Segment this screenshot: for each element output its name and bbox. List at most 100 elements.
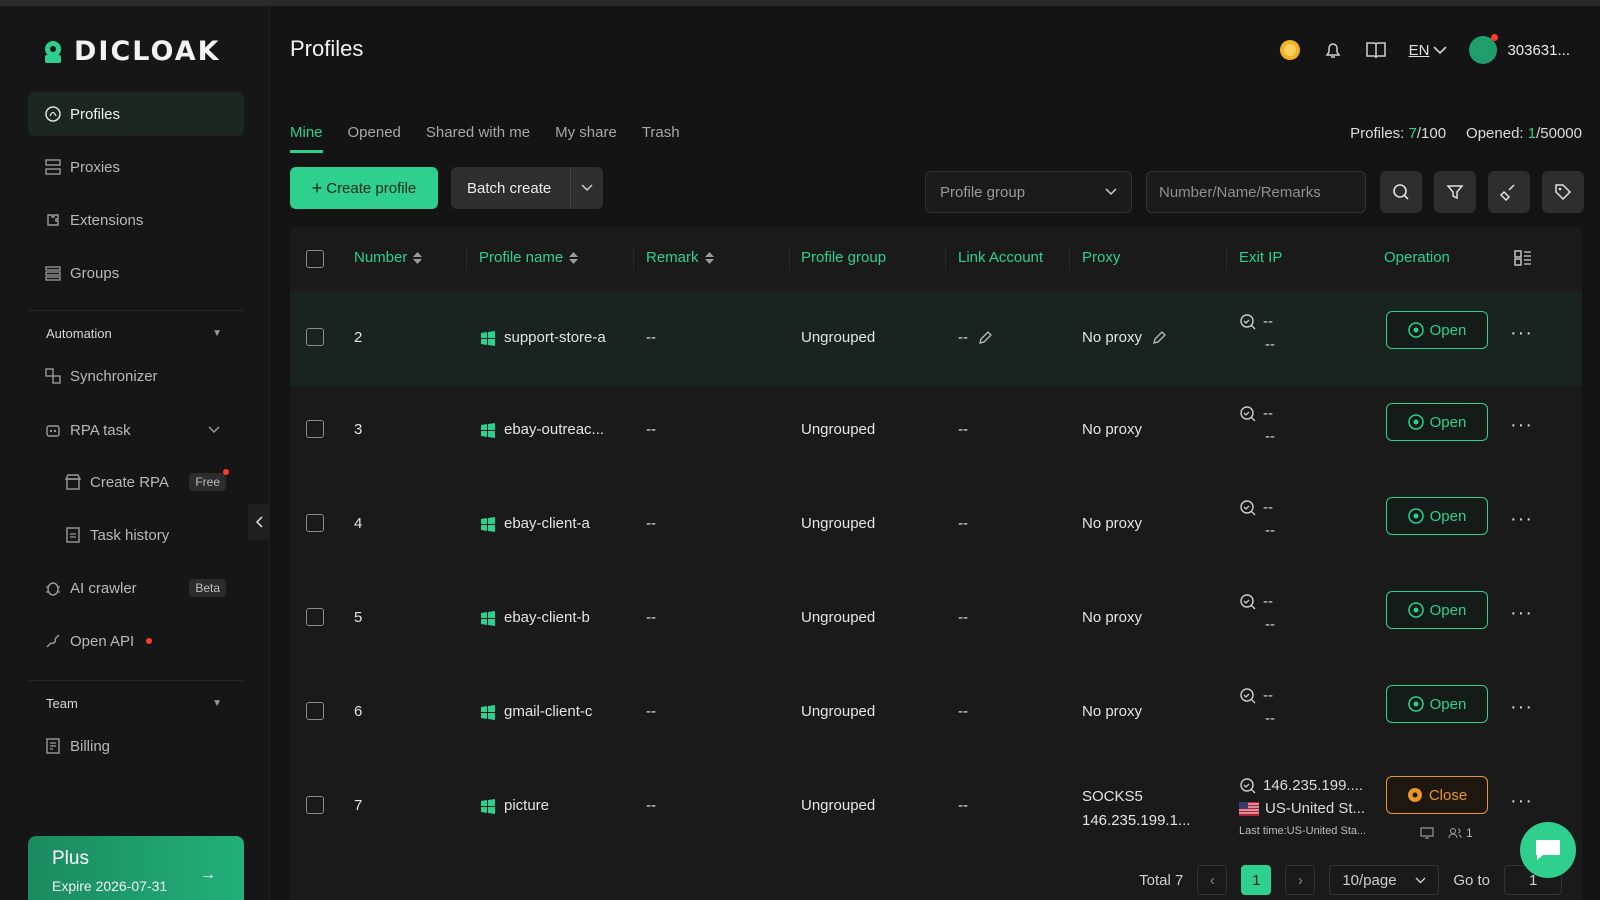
chevron-down-icon <box>1415 877 1426 883</box>
row-checkbox[interactable] <box>306 796 324 814</box>
batch-create-dropdown[interactable] <box>570 167 603 209</box>
search-input[interactable] <box>1146 171 1366 213</box>
tab-shared-with-me[interactable]: Shared with me <box>426 124 530 153</box>
tag-button[interactable] <box>1542 171 1584 213</box>
table-row[interactable]: 3 ebay-outreac... -- Ungrouped -- No pro… <box>290 386 1582 480</box>
column-remark[interactable]: Remark <box>646 249 714 266</box>
per-page-select[interactable]: 10/page <box>1329 865 1440 895</box>
table-row[interactable]: 4 ebay-client-a -- Ungrouped -- No proxy… <box>290 480 1582 574</box>
profile-group-select[interactable]: Profile group <box>925 171 1132 213</box>
page-number[interactable]: 1 <box>1241 865 1272 895</box>
exit-ip: -- -- <box>1239 402 1275 448</box>
open-button[interactable]: Open <box>1386 403 1488 441</box>
windows-icon <box>481 516 495 532</box>
ip-check-icon[interactable] <box>1239 313 1257 331</box>
ip-check-icon[interactable] <box>1239 405 1257 423</box>
open-button[interactable]: Open <box>1386 591 1488 629</box>
sidebar-item-rpa-task[interactable]: RPA task <box>28 408 244 452</box>
table-row[interactable]: 6 gmail-client-c -- Ungrouped -- No prox… <box>290 668 1582 762</box>
tab-opened[interactable]: Opened <box>348 124 401 153</box>
clean-button[interactable] <box>1488 171 1530 213</box>
usage-counts: Profiles: 7/100 Opened: 1/50000 <box>1350 125 1582 142</box>
profile-name[interactable]: picture <box>480 797 549 814</box>
profile-remark: -- <box>646 421 656 438</box>
column-separator <box>1069 247 1070 271</box>
prev-page-button[interactable]: ‹ <box>1197 865 1228 895</box>
ip-check-icon[interactable] <box>1239 777 1257 795</box>
ip-check-icon[interactable] <box>1239 687 1257 705</box>
filter-button[interactable] <box>1434 171 1476 213</box>
fingerprint-icon <box>45 106 61 122</box>
sidebar-item-proxies[interactable]: Proxies <box>28 145 244 189</box>
more-icon[interactable]: ··· <box>1510 322 1533 345</box>
chat-support-button[interactable] <box>1520 822 1576 878</box>
tab-mine[interactable]: Mine <box>290 124 323 153</box>
table-row[interactable]: 2 support-store-a -- Ungrouped -- No pro… <box>290 292 1582 386</box>
sidebar-item-profiles[interactable]: Profiles <box>28 92 244 136</box>
profile-name[interactable]: ebay-outreac... <box>480 421 604 438</box>
sidebar-collapse-button[interactable] <box>248 504 270 540</box>
chevron-left-icon <box>255 516 263 528</box>
row-checkbox[interactable] <box>306 514 324 532</box>
column-profile-name[interactable]: Profile name <box>479 249 579 266</box>
search-button[interactable] <box>1380 171 1422 213</box>
close-button[interactable]: Close <box>1386 776 1488 814</box>
tab-my-share[interactable]: My share <box>555 124 617 153</box>
edit-icon[interactable] <box>1152 330 1166 345</box>
chrome-icon <box>1407 602 1424 618</box>
link-account: -- <box>958 515 968 532</box>
sort-icon <box>413 251 423 264</box>
sidebar-item-create-rpa[interactable]: Create RPA Free <box>28 460 244 504</box>
sidebar-item-synchronizer[interactable]: Synchronizer <box>28 354 244 398</box>
more-icon[interactable]: ··· <box>1510 508 1533 531</box>
table-row[interactable]: 7 picture -- Ungrouped -- SOCKS5 146.235… <box>290 762 1582 862</box>
sidebar-item-extensions[interactable]: Extensions <box>28 198 244 242</box>
more-icon[interactable]: ··· <box>1510 696 1533 719</box>
automation-section[interactable]: Automation ▼ <box>46 326 222 341</box>
row-checkbox[interactable] <box>306 608 324 626</box>
language-selector[interactable]: EN <box>1409 42 1448 59</box>
open-button[interactable]: Open <box>1386 497 1488 535</box>
tab-trash[interactable]: Trash <box>642 124 680 153</box>
coin-icon[interactable] <box>1279 39 1301 61</box>
book-icon[interactable] <box>1365 40 1387 60</box>
select-all-checkbox[interactable] <box>306 250 324 268</box>
more-icon[interactable]: ··· <box>1510 602 1533 625</box>
table-row[interactable]: 5 ebay-client-b -- Ungrouped -- No proxy… <box>290 574 1582 668</box>
open-button[interactable]: Open <box>1386 685 1488 723</box>
search-icon <box>1393 184 1409 200</box>
create-profile-button[interactable]: + Create profile <box>290 167 438 209</box>
sidebar-item-task-history[interactable]: Task history <box>28 513 244 557</box>
more-icon[interactable]: ··· <box>1510 414 1533 437</box>
profile-name[interactable]: ebay-client-a <box>480 515 590 532</box>
bell-icon[interactable] <box>1323 40 1343 60</box>
next-page-button[interactable]: › <box>1285 865 1316 895</box>
sidebar-item-label: Create RPA <box>90 473 169 491</box>
profile-name[interactable]: ebay-client-b <box>480 609 590 626</box>
row-checkbox[interactable] <box>306 702 324 720</box>
edit-icon[interactable] <box>978 330 992 345</box>
sidebar-item-ai-crawler[interactable]: AI crawler Beta <box>28 566 244 610</box>
pagination: Total 7 ‹ 1 › 10/page Go to 1 <box>1139 865 1562 895</box>
profile-name[interactable]: gmail-client-c <box>480 703 592 720</box>
batch-create-button[interactable]: Batch create <box>451 167 603 209</box>
row-checkbox[interactable] <box>306 420 324 438</box>
sidebar-item-label: Extensions <box>70 211 144 229</box>
plan-card[interactable]: Plus Expire 2026-07-31 → <box>28 836 244 900</box>
more-icon[interactable]: ··· <box>1510 790 1533 813</box>
sidebar-item-groups[interactable]: Groups <box>28 251 244 295</box>
row-checkbox[interactable] <box>306 328 324 346</box>
column-number[interactable]: Number <box>354 249 423 266</box>
profile-number: 5 <box>354 609 363 626</box>
column-settings-icon[interactable] <box>1514 249 1532 271</box>
profile-name[interactable]: support-store-a <box>480 329 606 346</box>
ip-check-icon[interactable] <box>1239 593 1257 611</box>
sidebar-item-billing[interactable]: Billing <box>28 724 244 768</box>
team-section[interactable]: Team ▼ <box>46 696 222 711</box>
monitor-icon[interactable] <box>1420 827 1434 839</box>
user-menu[interactable]: 303631... <box>1469 34 1570 64</box>
sidebar-item-open-api[interactable]: Open API <box>28 619 244 663</box>
profile-remark: -- <box>646 515 656 532</box>
open-button[interactable]: Open <box>1386 311 1488 349</box>
ip-check-icon[interactable] <box>1239 499 1257 517</box>
